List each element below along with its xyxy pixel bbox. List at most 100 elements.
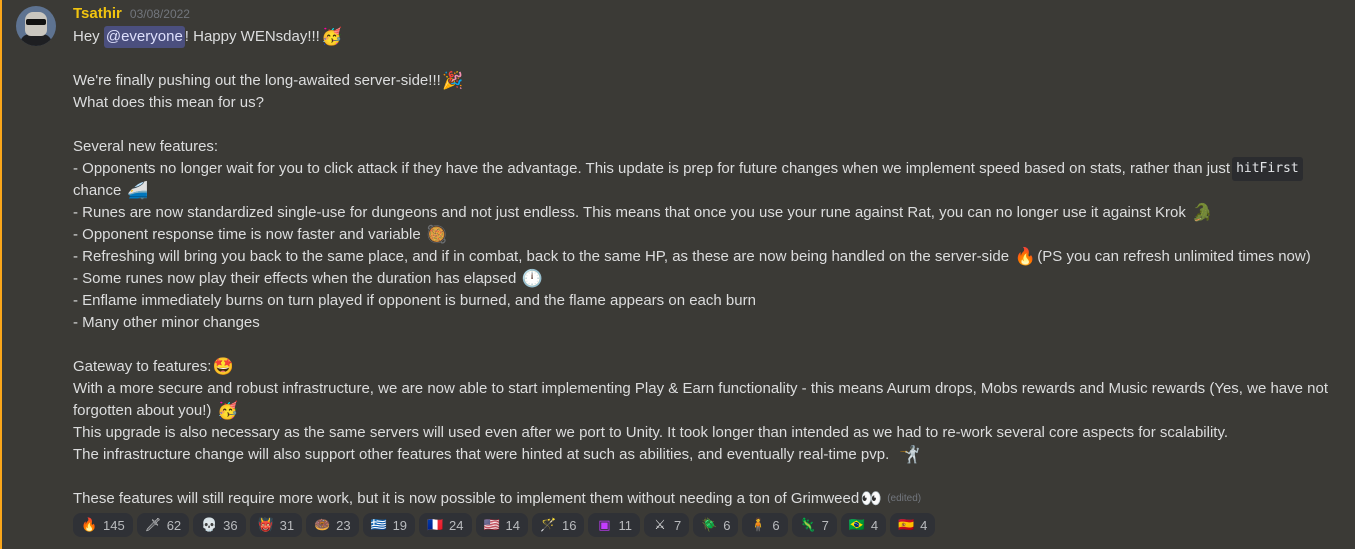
usa-flag-icon: 🇺🇸 <box>483 517 500 533</box>
section-heading: Several new features: <box>73 138 219 155</box>
reaction-skull[interactable]: 💀 36 <box>193 513 246 537</box>
username[interactable]: Tsathir <box>73 5 122 22</box>
message-line: With a more secure and robust infrastruc… <box>73 378 1333 422</box>
reaction-usa-flag[interactable]: 🇺🇸 14 <box>475 513 528 537</box>
reaction-count: 23 <box>336 517 351 533</box>
reaction-count: 24 <box>449 517 464 533</box>
party-popper-icon: 🎉 <box>442 71 464 91</box>
greeting-text: Hey <box>73 28 100 45</box>
star-struck-icon: 🤩 <box>212 357 234 377</box>
reaction-count: 36 <box>223 517 238 533</box>
reaction-bug[interactable]: 🪲 6 <box>693 513 739 537</box>
message-line: These features will still require more w… <box>73 488 1333 510</box>
reaction-france-flag[interactable]: 🇫🇷 24 <box>419 513 472 537</box>
bug-icon: 🪲 <box>701 517 718 533</box>
message-line: - Runes are now standardized single-use … <box>73 202 1333 224</box>
feature-item: - Enflame immediately burns on turn play… <box>73 292 756 309</box>
message-line: chance 🚄 <box>73 180 1333 202</box>
greece-flag-icon: 🇬🇷 <box>370 517 387 533</box>
reaction-wand[interactable]: 🪄 16 <box>531 513 585 537</box>
reaction-count: 4 <box>870 517 879 533</box>
message-line: - Some runes now play their effects when… <box>73 268 1333 290</box>
message-line: This upgrade is also necessary as the sa… <box>73 422 1333 444</box>
reaction-count: 7 <box>821 517 829 533</box>
reaction-count: 6 <box>723 517 731 533</box>
reaction-count: 14 <box>505 517 520 533</box>
message-line: - Opponent response time is now faster a… <box>73 224 1333 246</box>
reaction-brazil-flag[interactable]: 🇧🇷 4 <box>840 513 887 537</box>
reaction-count: 11 <box>618 517 632 533</box>
reaction-purple-square[interactable]: ▣ 11 <box>588 513 640 537</box>
feature-item: - Many other minor changes <box>73 314 260 331</box>
feature-item: - Opponents no longer wait for you to cl… <box>73 160 1231 177</box>
inline-code: hitFirst <box>1232 157 1303 181</box>
avatar-sunglasses <box>26 19 46 25</box>
character-icon: 🧍 <box>750 517 767 533</box>
reaction-count: 62 <box>166 517 182 533</box>
feature-item: - Runes are now standardized single-use … <box>73 204 1186 221</box>
reaction-crossed-swords[interactable]: ⚔ 7 <box>643 513 690 537</box>
avatar[interactable] <box>16 6 56 46</box>
reaction-fire[interactable]: 🔥 145 <box>73 513 133 537</box>
message-line: - Refreshing will bring you back to the … <box>73 246 1333 268</box>
message-header: Tsathir 03/08/2022 <box>73 5 190 25</box>
reaction-lizard[interactable]: 🦎 7 <box>791 513 837 537</box>
reaction-count: 6 <box>772 517 780 533</box>
message-line: Gateway to features: 🤩 <box>73 356 1333 378</box>
reaction-count: 16 <box>561 517 577 533</box>
everyone-mention[interactable]: @everyone <box>103 26 185 48</box>
brazil-flag-icon: 🇧🇷 <box>848 517 866 533</box>
pan-food-icon: 🥘 <box>426 225 448 245</box>
reaction-spain-flag[interactable]: 🇪🇸 4 <box>890 513 936 537</box>
reaction-character[interactable]: 🧍 6 <box>742 513 788 537</box>
party-face-icon: 🥳 <box>217 401 239 422</box>
sword-icon: 🗡 <box>144 517 162 533</box>
message-line: - Many other minor changes <box>73 312 1333 334</box>
crocodile-icon: 🐊 <box>1191 203 1213 223</box>
monster-icon: 👹 <box>257 517 274 533</box>
reaction-greece-flag[interactable]: 🇬🇷 19 <box>362 513 416 537</box>
ring-icon: 🍩 <box>314 517 331 533</box>
question-text: What does this mean for us? <box>73 94 264 111</box>
feature-item: - Refreshing will bring you back to the … <box>73 248 1010 265</box>
greeting-text-post: ! Happy WENsday!!! <box>184 28 320 45</box>
message-content: Hey @everyone! Happy WENsday!!! 🥳 We're … <box>73 26 1333 510</box>
timestamp[interactable]: 03/08/2022 <box>130 7 190 21</box>
feature-item: - Opponent response time is now faster a… <box>73 226 421 243</box>
message-line: Hey @everyone! Happy WENsday!!! 🥳 <box>73 26 1333 48</box>
announcement-text: We're finally pushing out the long-await… <box>73 72 441 89</box>
reaction-ring[interactable]: 🍩 23 <box>306 513 359 537</box>
reactions-bar: 🔥 145 🗡 62 💀 36 👹 31 🍩 23 🇬🇷 19 🇫🇷 24 🇺🇸 14 🪄 16 … <box>73 513 936 537</box>
paragraph-text: With a more secure and robust infrastruc… <box>73 380 1329 419</box>
reaction-monster[interactable]: 👹 31 <box>249 513 303 537</box>
fencer-icon: 🤺 <box>899 445 921 466</box>
reaction-sword[interactable]: 🗡 62 <box>136 513 190 537</box>
message-line: We're finally pushing out the long-await… <box>73 70 1333 92</box>
reaction-count: 19 <box>392 517 408 533</box>
paragraph-text: These features will still require more w… <box>73 490 860 508</box>
reaction-count: 31 <box>279 517 295 533</box>
reaction-count: 145 <box>103 517 125 533</box>
reaction-count: 4 <box>920 517 928 533</box>
message-line: The infrastructure change will also supp… <box>73 444 1333 466</box>
message-line: - Opponents no longer wait for you to cl… <box>73 157 1333 181</box>
message-line: - Enflame immediately burns on turn play… <box>73 290 1333 312</box>
fire-icon: 🔥 <box>1014 247 1036 267</box>
section-heading: Gateway to features: <box>73 358 212 375</box>
spain-flag-icon: 🇪🇸 <box>898 517 915 533</box>
reaction-count: 7 <box>673 517 682 533</box>
lizard-icon: 🦎 <box>799 517 816 533</box>
message-line: What does this mean for us? <box>73 92 1333 114</box>
crossed-swords-icon: ⚔ <box>654 517 666 533</box>
feature-item: - Some runes now play their effects when… <box>73 270 517 287</box>
paragraph-text: This upgrade is also necessary as the sa… <box>73 424 1228 442</box>
france-flag-icon: 🇫🇷 <box>427 517 444 533</box>
clock-icon: 🕛 <box>521 269 544 289</box>
feature-item-continued: chance <box>73 182 122 199</box>
paragraph-text: The infrastructure change will also supp… <box>73 446 890 464</box>
train-icon: 🚄 <box>126 181 149 201</box>
